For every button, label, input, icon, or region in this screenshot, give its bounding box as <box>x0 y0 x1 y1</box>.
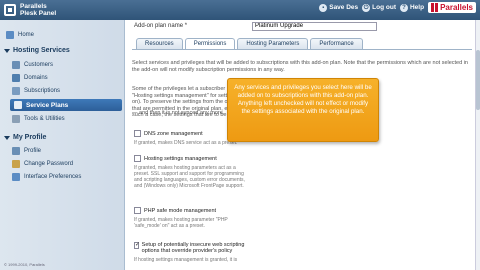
vertical-scrollbar[interactable] <box>475 20 480 270</box>
sidebar: Home Hosting Services Customers Domains … <box>0 20 125 270</box>
main-content: Add-on plan name * Resources Permissions… <box>126 20 480 270</box>
permission-label: PHP safe mode management <box>144 207 217 214</box>
tab-hosting-parameters[interactable]: Hosting Parameters <box>237 38 309 49</box>
profile-icon <box>12 147 20 155</box>
hosting-settings-checkbox[interactable] <box>134 155 141 162</box>
tools-icon <box>12 115 20 123</box>
sidebar-item-tools-utilities[interactable]: Tools & Utilities <box>12 115 65 123</box>
help-button[interactable]: ? Help <box>399 3 424 12</box>
parallels-brand: Parallels <box>428 2 476 13</box>
callout-tooltip: Any services and privileges you select h… <box>227 78 379 142</box>
permission-label: Setup of potentially insecure web script… <box>141 242 245 254</box>
chevron-down-icon <box>4 48 10 53</box>
sidebar-item-customers[interactable]: Customers <box>12 61 53 69</box>
domains-icon <box>12 74 20 82</box>
tab-divider <box>132 49 472 50</box>
brand-product: Plesk Panel <box>20 10 57 17</box>
permission-desc: If granted, makes hosting parameter "PHP… <box>134 217 228 229</box>
sidebar-item-service-plans[interactable]: Service Plans <box>10 99 122 111</box>
logout-icon: ⏻ <box>362 3 371 12</box>
insecure-scripting-checkbox[interactable] <box>134 241 140 249</box>
header-actions: ▪ Save Des ⏻ Log out ? Help Parallels <box>319 2 476 13</box>
tab-performance[interactable]: Performance <box>310 38 363 49</box>
sidebar-item-home[interactable]: Home <box>6 31 34 39</box>
plan-name-input[interactable] <box>252 21 377 31</box>
permission-label: Hosting settings management <box>144 155 217 162</box>
subscriptions-icon <box>12 87 20 95</box>
sidebar-item-profile[interactable]: Profile <box>12 147 41 155</box>
section-hosting-services[interactable]: Hosting Services <box>4 47 70 54</box>
permission-desc: If granted, makes hosting parameters act… <box>134 165 245 189</box>
section-my-profile[interactable]: My Profile <box>4 134 46 141</box>
permission-label: DNS zone management <box>144 130 203 137</box>
top-header: Parallels Plesk Panel ▪ Save Des ⏻ Log o… <box>0 0 480 20</box>
key-icon <box>12 160 20 168</box>
plan-name-row: Add-on plan name * <box>134 20 480 32</box>
preferences-icon <box>12 173 20 181</box>
sidebar-item-subscriptions[interactable]: Subscriptions <box>12 87 60 95</box>
sidebar-item-interface-preferences[interactable]: Interface Preferences <box>12 173 81 181</box>
brand-logo[interactable]: Parallels Plesk Panel <box>0 0 125 20</box>
help-icon: ? <box>399 3 408 12</box>
copyright: © 1999-2010, Parallels <box>4 262 45 267</box>
customers-icon <box>12 61 20 69</box>
home-icon <box>6 31 14 39</box>
save-desktop-button[interactable]: ▪ Save Des <box>319 3 358 12</box>
sidebar-item-change-password[interactable]: Change Password <box>12 160 73 168</box>
parallels-logo-icon <box>4 4 16 16</box>
save-icon: ▪ <box>319 3 328 12</box>
plan-name-label: Add-on plan name * <box>134 23 188 29</box>
permission-php-safe-mode: PHP safe mode management If granted, mak… <box>134 207 246 229</box>
brand-name: Parallels <box>20 3 47 10</box>
sidebar-item-domains[interactable]: Domains <box>12 74 48 82</box>
permission-hosting-settings: Hosting settings management If granted, … <box>134 155 246 189</box>
log-out-button[interactable]: ⏻ Log out <box>362 3 396 12</box>
parallels-mark-icon <box>431 3 439 12</box>
tab-resources[interactable]: Resources <box>136 38 183 49</box>
permission-desc: If hosting settings management is grante… <box>134 257 238 263</box>
php-safe-mode-checkbox[interactable] <box>134 207 141 214</box>
intro-text: Select services and privileges that will… <box>132 60 468 73</box>
permission-insecure-scripting: Setup of potentially insecure web script… <box>134 241 246 263</box>
dns-zone-checkbox[interactable] <box>134 130 141 137</box>
scrollbar-thumb[interactable] <box>476 50 480 110</box>
chevron-down-icon <box>4 135 10 140</box>
service-plans-icon <box>14 101 22 109</box>
